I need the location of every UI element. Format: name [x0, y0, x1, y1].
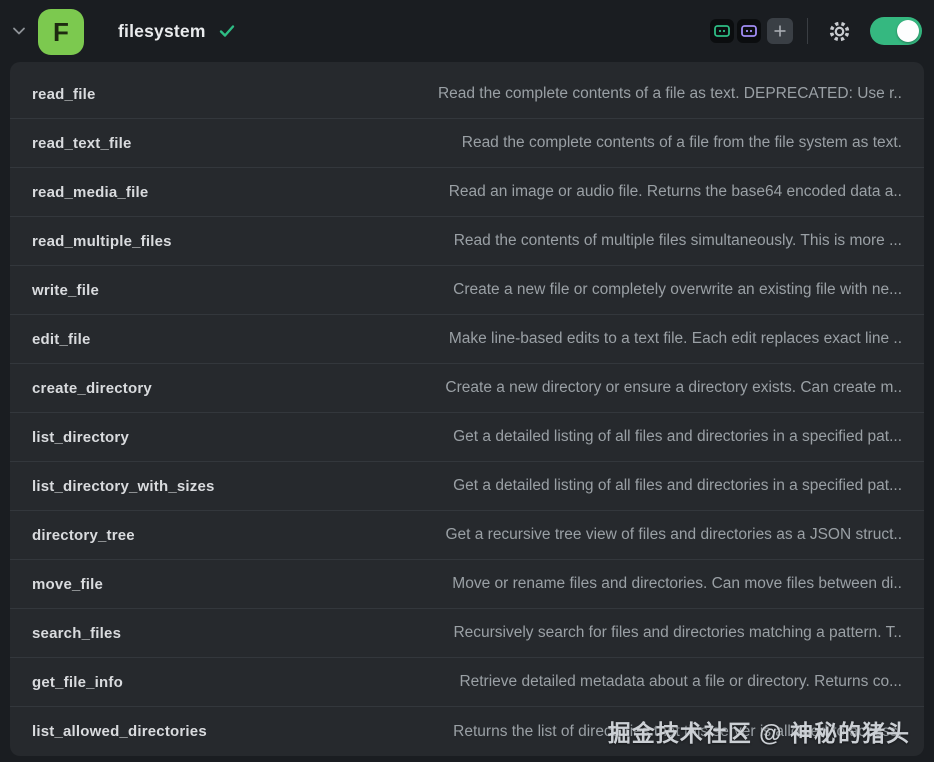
table-row[interactable]: get_file_info Retrieve detailed metadata… — [10, 658, 924, 707]
table-row[interactable]: list_directory Get a detailed listing of… — [10, 413, 924, 462]
tool-description: Make line-based edits to a text file. Ea… — [449, 330, 902, 348]
table-row[interactable]: directory_tree Get a recursive tree view… — [10, 511, 924, 560]
add-button[interactable] — [767, 18, 793, 44]
chevron-down-icon[interactable] — [6, 18, 32, 44]
plus-icon — [773, 24, 787, 38]
tool-name: edit_file — [32, 331, 90, 348]
connected-check-icon — [218, 23, 236, 39]
tool-description: Get a recursive tree view of files and d… — [445, 526, 902, 544]
header-actions — [707, 16, 924, 46]
table-row[interactable]: read_multiple_files Read the contents of… — [10, 217, 924, 266]
tool-description: Get a detailed listing of all files and … — [453, 428, 902, 446]
tool-description: Read an image or audio file. Returns the… — [449, 183, 902, 201]
toggle-knob — [897, 20, 919, 42]
table-row[interactable]: list_allowed_directories Returns the lis… — [10, 707, 924, 756]
tool-name: write_file — [32, 282, 99, 299]
server-avatar-letter: F — [53, 17, 69, 48]
tool-description: Read the complete contents of a file fro… — [462, 134, 902, 152]
table-row[interactable]: search_files Recursively search for file… — [10, 609, 924, 658]
tool-name: read_file — [32, 86, 96, 103]
client-badge-purple[interactable] — [737, 19, 761, 43]
table-row[interactable]: edit_file Make line-based edits to a tex… — [10, 315, 924, 364]
tool-name: get_file_info — [32, 674, 123, 691]
tools-table: read_file Read the complete contents of … — [10, 62, 924, 756]
server-avatar: F — [38, 9, 84, 55]
terminal-badge-purple-icon — [740, 23, 758, 39]
tool-description: Read the complete contents of a file as … — [438, 85, 902, 103]
tool-name: move_file — [32, 576, 103, 593]
tool-name: read_text_file — [32, 135, 132, 152]
settings-button[interactable] — [824, 16, 854, 46]
tool-description: Returns the list of directories that thi… — [453, 723, 902, 741]
tool-description: Read the contents of multiple files simu… — [454, 232, 902, 250]
tool-name: read_multiple_files — [32, 233, 172, 250]
client-badge-green[interactable] — [710, 19, 734, 43]
server-title: filesystem — [118, 21, 206, 42]
tool-name: list_directory — [32, 429, 129, 446]
tool-name: directory_tree — [32, 527, 135, 544]
tool-description: Move or rename files and directories. Ca… — [452, 575, 902, 593]
tool-description: Create a new directory or ensure a direc… — [445, 379, 902, 397]
tool-description: Retrieve detailed metadata about a file … — [459, 673, 902, 691]
tool-name: read_media_file — [32, 184, 148, 201]
gear-icon — [826, 18, 853, 45]
server-header: F filesystem — [0, 0, 934, 62]
terminal-badge-green-icon — [713, 23, 731, 39]
table-row[interactable]: write_file Create a new file or complete… — [10, 266, 924, 315]
tool-name: create_directory — [32, 380, 152, 397]
tool-description: Create a new file or completely overwrit… — [453, 281, 902, 299]
tool-name: list_allowed_directories — [32, 723, 207, 740]
tool-description: Get a detailed listing of all files and … — [453, 477, 902, 495]
server-enabled-toggle[interactable] — [870, 17, 922, 45]
table-row[interactable]: create_directory Create a new directory … — [10, 364, 924, 413]
tool-description: Recursively search for files and directo… — [453, 624, 902, 642]
header-divider — [807, 18, 808, 44]
table-row[interactable]: move_file Move or rename files and direc… — [10, 560, 924, 609]
tool-name: search_files — [32, 625, 121, 642]
table-row[interactable]: read_text_file Read the complete content… — [10, 119, 924, 168]
table-row[interactable]: list_directory_with_sizes Get a detailed… — [10, 462, 924, 511]
table-row[interactable]: read_file Read the complete contents of … — [10, 70, 924, 119]
tool-name: list_directory_with_sizes — [32, 478, 215, 495]
table-row[interactable]: read_media_file Read an image or audio f… — [10, 168, 924, 217]
